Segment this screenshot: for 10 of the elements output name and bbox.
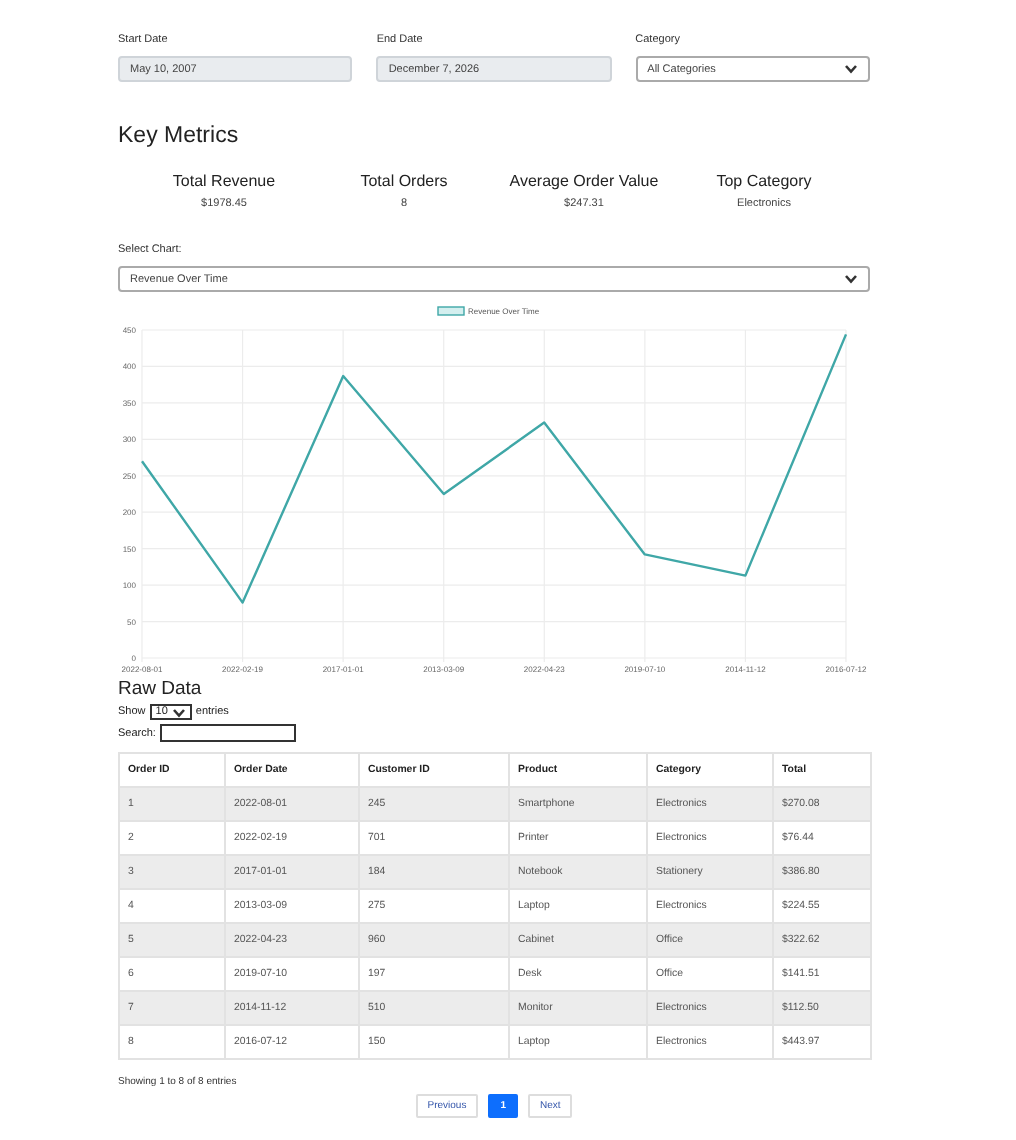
caret-icon <box>171 707 186 717</box>
caret-icon <box>843 64 858 74</box>
metric-title: Total Revenue <box>172 172 276 190</box>
metric-title: Average Order Value <box>509 172 659 190</box>
section-heading: Key Metrics <box>118 124 241 148</box>
metric-title: Total Orders <box>360 172 448 190</box>
caret-icon <box>844 274 858 284</box>
search-field[interactable] <box>159 724 296 742</box>
metric-title: Top Category <box>716 172 812 190</box>
section-heading: Raw Data <box>118 678 204 700</box>
